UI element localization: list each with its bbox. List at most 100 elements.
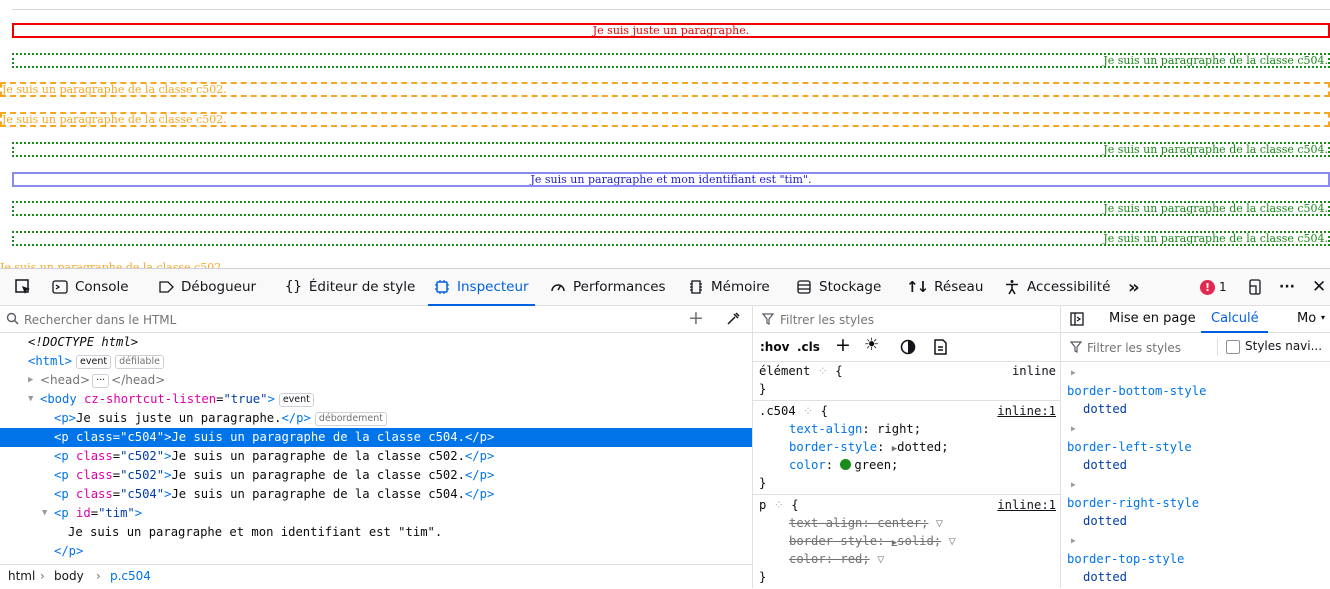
computed-property-name[interactable]: border-bottom-style [1067, 384, 1206, 398]
tab-network[interactable]: ↑↓ Réseau [906, 269, 983, 305]
tab-style-editor[interactable]: {} Éditeur de style [285, 269, 415, 305]
sidebar-tabs: Mise en page Calculé Mo ▾ [1061, 306, 1330, 333]
hov-toggle[interactable]: :hov [760, 340, 789, 354]
rule-c504-header[interactable]: .c504 ⁘ { inline:1 [759, 402, 1056, 420]
node-html[interactable]: <html> event défilable [0, 352, 752, 371]
breadcrumb-body[interactable]: body [54, 565, 84, 588]
event-badge[interactable]: event [76, 355, 112, 369]
tab-layout[interactable]: Mise en page [1109, 311, 1196, 326]
rule-source-link[interactable]: inline:1 [997, 496, 1056, 514]
collapse-arrow-icon[interactable]: ▼ [28, 390, 33, 409]
tab-accessibility-label: Accessibilité [1027, 279, 1111, 295]
dock-options-button[interactable] [1247, 269, 1263, 305]
declaration-overridden[interactable]: color: red; ▽ [789, 550, 1056, 568]
more-tools-button[interactable]: » [1128, 269, 1140, 305]
tab-debugger[interactable]: Débogueur [158, 269, 256, 305]
color-swatch[interactable] [840, 459, 852, 470]
property-value: red; [840, 552, 870, 566]
overridden-filter-icon[interactable]: ▽ [877, 552, 884, 566]
declaration[interactable]: color: green; [789, 456, 1056, 474]
p-close-tag: </p> [54, 544, 84, 558]
collapse-arrow-icon[interactable]: ▼ [42, 504, 47, 523]
grid-icon: ⁘ [803, 404, 814, 418]
element-picker-button[interactable] [14, 269, 32, 305]
node-body[interactable]: ▼ <body cz-shortcut-listen="true"> event [0, 390, 752, 409]
expand-arrow-icon[interactable]: ▶ [1071, 424, 1076, 433]
breadcrumb-p-c504[interactable]: p.c504 [110, 565, 151, 588]
property-name: text-align [789, 516, 863, 530]
node-p-c504-selected[interactable]: <p class="c504">Je suis un paragraphe de… [0, 428, 752, 447]
node-doctype[interactable]: <!DOCTYPE html> [0, 333, 752, 352]
dark-mode-icon[interactable] [900, 339, 916, 355]
p-close-tag: </p> [464, 468, 495, 482]
add-rule-button[interactable]: + [835, 334, 851, 356]
node-p-plain[interactable]: <p>Je suis juste un paragraphe.</p> débor… [0, 409, 752, 428]
expand-arrow-icon[interactable]: ▶ [1071, 536, 1076, 545]
rule-source-link[interactable]: inline:1 [997, 402, 1056, 420]
declaration[interactable]: text-align: right; [789, 420, 1056, 438]
node-p-c504[interactable]: <p class="c504">Je suis un paragraphe de… [0, 485, 752, 504]
rule-p-close: } [759, 568, 1056, 586]
error-indicator[interactable]: ! 1 [1200, 269, 1227, 305]
debugger-icon [159, 281, 174, 293]
property-name: border-style [789, 440, 878, 454]
print-media-icon[interactable] [933, 339, 948, 355]
tab-accessibility[interactable]: Accessibilité [1004, 269, 1110, 305]
add-node-button[interactable]: + [688, 307, 704, 329]
toggle-pane-icon[interactable] [1070, 312, 1084, 326]
eyedropper-icon[interactable] [726, 311, 741, 326]
expand-arrow-icon[interactable]: ▶ [1071, 368, 1076, 377]
node-head[interactable]: ▶ <head> ··· </head> [0, 371, 752, 390]
browser-styles-checkbox[interactable] [1226, 340, 1240, 354]
attr-value: "c502" [120, 449, 165, 463]
tab-console[interactable]: Console [52, 269, 129, 305]
node-p-c502[interactable]: <p class="c502">Je suis un paragraphe de… [0, 466, 752, 485]
property-value: center; [877, 516, 929, 530]
accessibility-icon [1006, 280, 1018, 295]
sun-icon[interactable]: ☀ [864, 335, 879, 355]
tab-performance[interactable]: Performances [550, 269, 666, 305]
declaration-overridden[interactable]: border-style: ▶solid; ▽ [789, 532, 1056, 550]
computed-property-name[interactable]: border-top-style [1067, 552, 1184, 566]
breadcrumb-html[interactable]: html [8, 565, 35, 588]
cls-toggle[interactable]: .cls [797, 340, 820, 354]
rules-filter-input[interactable] [778, 309, 1052, 330]
computed-filter-input[interactable] [1085, 337, 1219, 358]
property-name: text-align [789, 422, 863, 436]
rules-filter-bar [753, 306, 1060, 333]
computed-property-name[interactable]: border-left-style [1067, 440, 1192, 454]
tab-storage[interactable]: Stockage [796, 269, 881, 305]
p-close-tag: </p> [464, 487, 495, 501]
computed-property-name[interactable]: border-right-style [1067, 496, 1199, 510]
expand-arrow-icon[interactable]: ▶ [1071, 480, 1076, 489]
collapsed-ellipsis[interactable]: ··· [92, 374, 110, 388]
open-brace: { [791, 498, 799, 512]
expand-arrow-icon[interactable]: ▶ [28, 371, 33, 390]
markup-search-input[interactable] [22, 309, 626, 330]
tab-more[interactable]: Mo [1297, 311, 1316, 326]
rule-selector: .c504 [759, 404, 796, 418]
attr-value: "c502" [120, 468, 165, 482]
event-badge[interactable]: event [278, 393, 314, 407]
tab-memory[interactable]: Mémoire [688, 269, 770, 305]
tab-computed[interactable]: Calculé [1211, 311, 1259, 326]
node-p-c502[interactable]: <p class="c502">Je suis un paragraphe de… [0, 447, 752, 466]
rule-selector: p [759, 498, 767, 512]
open-brace: { [820, 404, 828, 418]
node-p-tim-close[interactable]: </p> [0, 542, 752, 561]
node-p-tim[interactable]: ▼ <p id="tim"> [0, 504, 752, 523]
body-attr-value: "true" [223, 392, 268, 406]
close-devtools-button[interactable]: ✕ [1312, 269, 1326, 305]
overridden-filter-icon[interactable]: ▽ [936, 516, 943, 530]
node-text-tim[interactable]: Je suis un paragraphe et mon identifiant… [0, 523, 752, 542]
rule-p-header[interactable]: p ⁘ { inline:1 [759, 496, 1056, 514]
overflow-badge[interactable]: débordement [314, 412, 388, 426]
overridden-filter-icon[interactable]: ▽ [949, 534, 956, 548]
rule-element-header[interactable]: élément ⁘ { inline [759, 362, 1056, 380]
divider [1217, 338, 1218, 356]
devtools-menu-button[interactable]: ··· [1279, 269, 1295, 305]
chevron-down-icon[interactable]: ▾ [1321, 313, 1325, 322]
declaration-overridden[interactable]: text-align: center; ▽ [789, 514, 1056, 532]
declaration[interactable]: border-style: ▶dotted; [789, 438, 1056, 456]
tab-inspector[interactable]: Inspecteur [428, 269, 535, 306]
